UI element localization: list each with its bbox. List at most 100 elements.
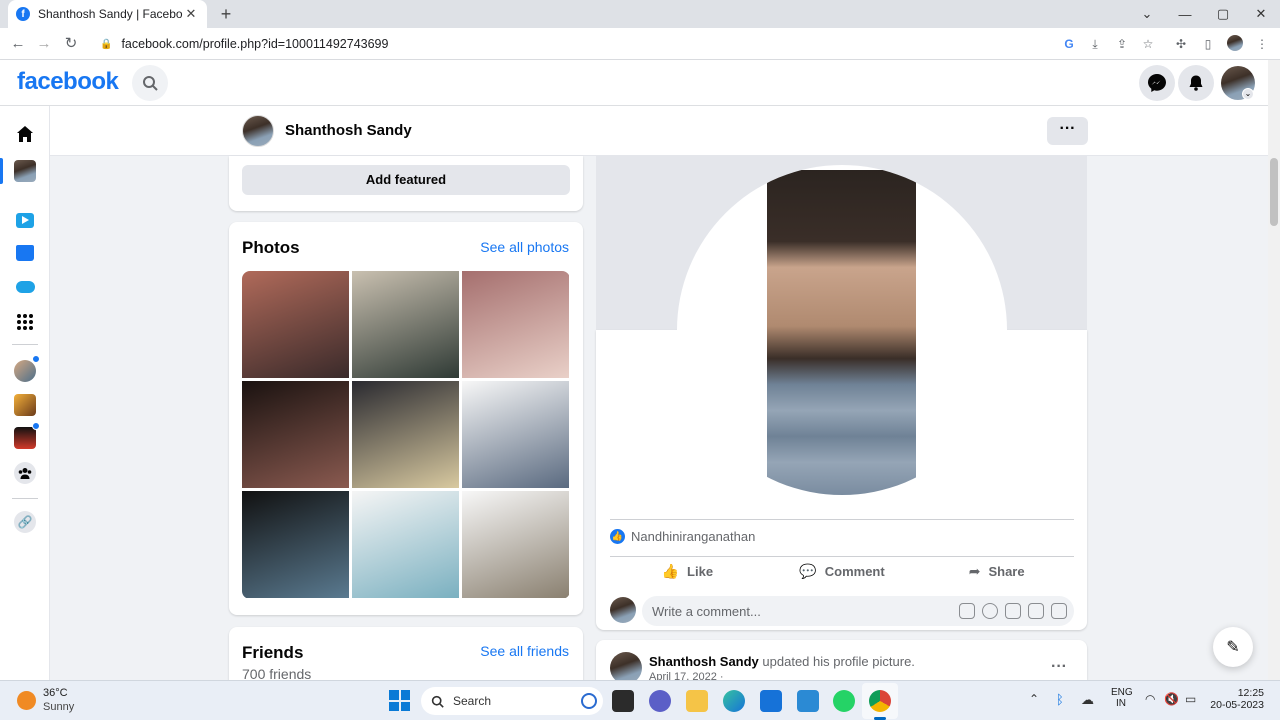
google-icon[interactable]: G (1060, 35, 1078, 53)
photo-thumbnail[interactable] (462, 271, 569, 378)
sunny-weather-icon[interactable] (17, 691, 36, 710)
bookmark-star-icon[interactable]: ☆ (1139, 35, 1157, 53)
show-hidden-icons-chevron-icon[interactable]: ⌃ (1029, 692, 1039, 706)
emoji-icon[interactable] (982, 603, 998, 619)
file-explorer-icon[interactable] (686, 690, 708, 712)
photo-thumbnail[interactable] (352, 271, 459, 378)
minimize-button[interactable]: — (1166, 0, 1204, 28)
address-bar[interactable]: 🔒 facebook.com/profile.php?id=1000114927… (90, 31, 1090, 57)
task-view-icon[interactable] (612, 690, 634, 712)
url-text: facebook.com/profile.php?id=100011492743… (121, 37, 389, 51)
see-all-photos-link[interactable]: See all photos (480, 239, 569, 255)
photo-image (242, 381, 349, 488)
maximize-button[interactable]: ▢ (1204, 0, 1242, 28)
chrome-menu-icon[interactable]: ⋮ (1253, 35, 1271, 53)
profile-more-button[interactable]: ··· (1047, 117, 1088, 145)
photo-image (242, 271, 349, 378)
taskbar-clock[interactable]: 12:25 20-05-2023 (1206, 687, 1264, 711)
next-post-date[interactable]: April 17, 2022 · (649, 671, 724, 680)
whatsapp-icon[interactable] (833, 690, 855, 712)
share-button[interactable]: ➦ Share (919, 557, 1074, 586)
chrome-icon[interactable] (869, 690, 891, 712)
reload-icon[interactable]: ↻ (61, 34, 81, 54)
messenger-icon[interactable] (1139, 65, 1175, 101)
browser-tab-strip: f Shanthosh Sandy | Facebook ✕ + ⌄ — ▢ ✕ (0, 0, 1280, 28)
browser-tab[interactable]: f Shanthosh Sandy | Facebook ✕ (8, 0, 207, 28)
camera-icon[interactable] (1005, 603, 1021, 619)
photo-image (352, 491, 459, 598)
region-code: IN (1116, 698, 1126, 709)
sticker-icon[interactable] (1051, 603, 1067, 619)
gif-icon[interactable] (1028, 603, 1044, 619)
see-all-friends-link[interactable]: See all friends (480, 643, 569, 659)
share-icon[interactable]: ⇪ (1113, 35, 1131, 53)
chrome-profile-avatar[interactable] (1227, 35, 1243, 51)
page-scrollbar[interactable] (1268, 60, 1280, 680)
windows-taskbar: 36°C Sunny Search ⌃ ᛒ ☁ ENG IN ◠ 🔇 ▭ 12:… (0, 680, 1280, 720)
groups-icon[interactable] (14, 462, 36, 484)
link-icon[interactable]: 🔗 (14, 511, 36, 533)
close-window-button[interactable]: ✕ (1242, 0, 1280, 28)
language-indicator[interactable]: ENG IN (1111, 687, 1133, 709)
profile-bar-name[interactable]: Shanthosh Sandy (285, 122, 412, 139)
language-code: ENG (1111, 687, 1133, 698)
new-message-compose-icon[interactable]: ✎ (1213, 627, 1253, 667)
comment-input[interactable]: Write a comment... (642, 596, 1074, 626)
photo-thumbnail[interactable] (242, 381, 349, 488)
next-post-more-icon[interactable]: ··· (1051, 658, 1067, 676)
post-profile-picture[interactable] (677, 165, 1007, 495)
shortcut-game-1-icon[interactable] (14, 360, 36, 382)
watch-video-icon[interactable] (14, 209, 36, 231)
commenter-avatar[interactable] (610, 597, 636, 623)
install-app-icon[interactable]: ⤓ (1086, 35, 1104, 53)
forward-arrow-icon[interactable]: → (34, 34, 54, 54)
notifications-bell-icon[interactable] (1178, 65, 1214, 101)
home-icon[interactable] (14, 123, 36, 145)
extensions-icon[interactable]: ✣ (1172, 35, 1190, 53)
comment-button[interactable]: 💬 Comment (765, 557, 920, 586)
photo-thumbnail[interactable] (352, 491, 459, 598)
photo-thumbnail[interactable] (242, 271, 349, 378)
shortcut-game-2-icon[interactable] (14, 394, 36, 416)
shortcut-game-3-icon[interactable] (14, 427, 36, 449)
photo-thumbnail[interactable] (352, 381, 459, 488)
taskbar-search-box[interactable]: Search (421, 687, 603, 715)
account-chevron-down-icon[interactable]: ⌄ (1242, 88, 1254, 100)
battery-icon[interactable]: ▭ (1185, 692, 1196, 706)
clock-date: 20-05-2023 (1210, 699, 1264, 711)
next-post-avatar[interactable] (610, 652, 642, 680)
photo-thumbnail[interactable] (462, 381, 569, 488)
facebook-logo[interactable]: facebook (17, 68, 119, 96)
photo-thumbnail[interactable] (242, 491, 349, 598)
volume-muted-icon[interactable]: 🔇 (1164, 692, 1179, 706)
bluetooth-icon[interactable]: ᛒ (1056, 692, 1064, 707)
profile-shortcut-avatar[interactable] (14, 160, 36, 182)
profile-bar-avatar[interactable] (242, 115, 274, 147)
ms-store-icon[interactable] (760, 690, 782, 712)
avatar-sticker-icon[interactable] (959, 603, 975, 619)
onedrive-cloud-icon[interactable]: ☁ (1081, 692, 1094, 708)
new-tab-button[interactable]: + (216, 4, 236, 24)
weather-temp[interactable]: 36°C (43, 687, 68, 699)
menu-grid-icon[interactable] (14, 311, 36, 333)
marketplace-icon[interactable] (14, 242, 36, 264)
outlook-icon[interactable] (797, 690, 819, 712)
edge-icon[interactable] (723, 690, 745, 712)
wifi-icon[interactable]: ◠ (1145, 692, 1155, 706)
like-button[interactable]: 👍 Like (610, 557, 765, 586)
teams-chat-icon[interactable] (649, 690, 671, 712)
close-tab-icon[interactable]: ✕ (183, 6, 199, 22)
back-arrow-icon[interactable]: ← (8, 34, 28, 54)
side-panel-icon[interactable]: ▯ (1199, 35, 1217, 53)
photo-thumbnail[interactable] (462, 491, 569, 598)
next-post-author[interactable]: Shanthosh Sandy (649, 654, 759, 669)
photos-title: Photos (242, 238, 300, 257)
gaming-icon[interactable] (14, 276, 36, 298)
add-featured-button[interactable]: Add featured (242, 165, 570, 195)
scrollbar-thumb[interactable] (1270, 158, 1278, 226)
windows-start-icon[interactable] (389, 690, 410, 711)
photo-image (462, 381, 569, 488)
search-icon[interactable] (132, 65, 168, 101)
reactions-row[interactable]: 👍 Nandhiniranganathan (610, 529, 755, 544)
tab-search-chevron-icon[interactable]: ⌄ (1128, 0, 1166, 28)
